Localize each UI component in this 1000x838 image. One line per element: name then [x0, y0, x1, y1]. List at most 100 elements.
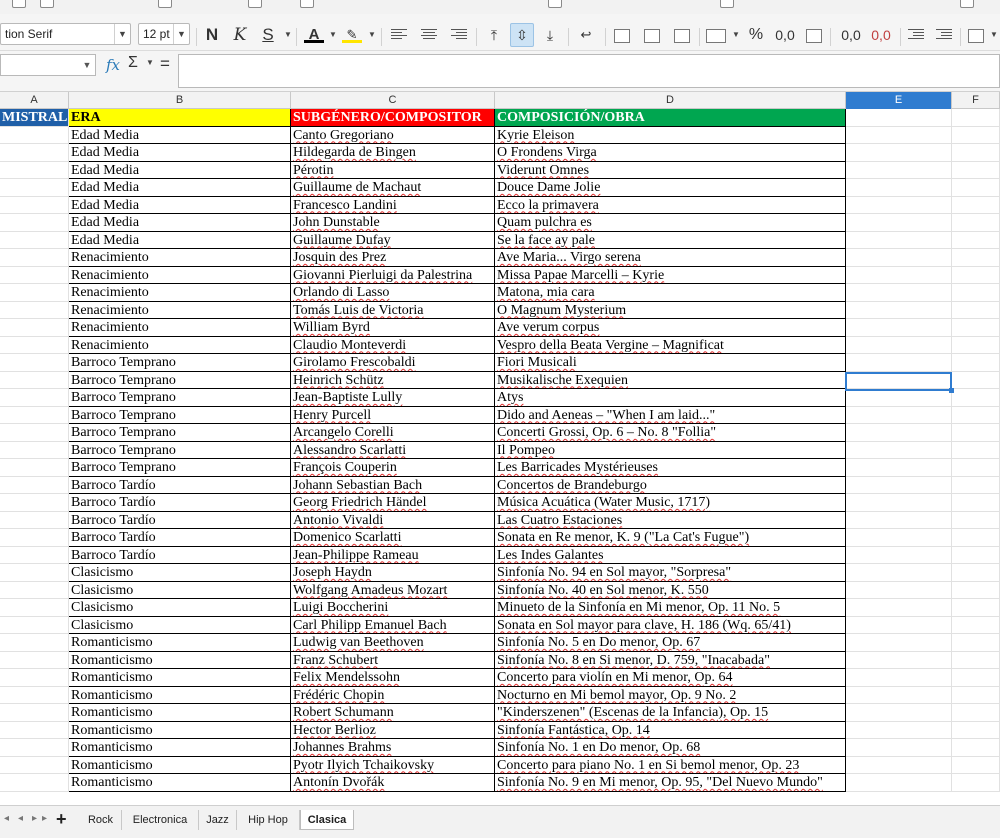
- cell-era[interactable]: Barroco Temprano: [69, 389, 291, 407]
- cell-era[interactable]: Barroco Tardío: [69, 546, 291, 564]
- cell-a[interactable]: [0, 669, 69, 687]
- cell-composer[interactable]: Franz Schubert: [291, 651, 495, 669]
- decrease-indent-icon[interactable]: [936, 29, 952, 41]
- cell-a[interactable]: [0, 721, 69, 739]
- empty-cell[interactable]: [952, 564, 1000, 582]
- cell-era[interactable]: Barroco Temprano: [69, 441, 291, 459]
- cell-era[interactable]: Barroco Temprano: [69, 424, 291, 442]
- chevron-down-icon[interactable]: ▼: [329, 25, 337, 45]
- empty-cell[interactable]: [952, 686, 1000, 704]
- empty-cell[interactable]: [952, 511, 1000, 529]
- cell-a[interactable]: [0, 634, 69, 652]
- cell-work[interactable]: Sinfonía No. 94 en Sol mayor, "Sorpresa": [495, 564, 846, 582]
- cell-composer[interactable]: Guillaume de Machaut: [291, 179, 495, 197]
- empty-cell[interactable]: [952, 336, 1000, 354]
- unmerge-cells-icon[interactable]: [674, 29, 690, 43]
- column-header-d[interactable]: D: [495, 92, 846, 109]
- cell-composer[interactable]: Georg Friedrich Händel: [291, 494, 495, 512]
- cell-work[interactable]: Nocturno en Mi bemol mayor, Op. 9 No. 2: [495, 686, 846, 704]
- cell-work[interactable]: Concerto para violín en Mi menor, Op. 64: [495, 669, 846, 687]
- empty-cell[interactable]: [846, 616, 952, 634]
- empty-cell[interactable]: [846, 371, 952, 389]
- cell-work[interactable]: Sinfonía No. 8 en Si menor, D. 759, "Ina…: [495, 651, 846, 669]
- empty-cell[interactable]: [846, 686, 952, 704]
- cell-work[interactable]: "Kinderszenen" (Escenas de la Infancia),…: [495, 704, 846, 722]
- cell-a[interactable]: [0, 494, 69, 512]
- cell-composer[interactable]: Ludwig van Beethoven: [291, 634, 495, 652]
- cell-work[interactable]: Quam pulchra es: [495, 214, 846, 232]
- cell-a[interactable]: [0, 511, 69, 529]
- chevron-down-icon[interactable]: ▼: [990, 25, 998, 45]
- cell-composer[interactable]: Domenico Scarlatti: [291, 529, 495, 547]
- cell-work[interactable]: Kyrie Eleison: [495, 126, 846, 144]
- paste-icon[interactable]: [248, 0, 262, 8]
- empty-cell[interactable]: [952, 459, 1000, 477]
- cell-work[interactable]: Douce Dame Jolie: [495, 179, 846, 197]
- empty-cell[interactable]: [952, 319, 1000, 337]
- empty-cell[interactable]: [952, 651, 1000, 669]
- empty-cell[interactable]: [952, 126, 1000, 144]
- empty-cell[interactable]: [952, 616, 1000, 634]
- cell-era[interactable]: Edad Media: [69, 161, 291, 179]
- cell-work[interactable]: Sinfonía No. 9 en Mi menor, Op. 95, "Del…: [495, 774, 846, 792]
- empty-cell[interactable]: [846, 179, 952, 197]
- empty-cell[interactable]: [846, 564, 952, 582]
- highlight-button[interactable]: ✎: [342, 25, 362, 43]
- empty-cell[interactable]: [846, 161, 952, 179]
- last-sheet-icon[interactable]: ▸: [42, 813, 47, 824]
- cell-a[interactable]: [0, 144, 69, 162]
- align-center-icon[interactable]: [421, 29, 437, 41]
- empty-cell[interactable]: [846, 389, 952, 407]
- formula-input[interactable]: [178, 54, 1000, 88]
- save-icon[interactable]: [40, 0, 54, 8]
- merge-center-icon[interactable]: [644, 29, 660, 43]
- cell-work[interactable]: O Magnum Mysterium: [495, 301, 846, 319]
- cell-composer[interactable]: Carl Philipp Emanuel Bach: [291, 616, 495, 634]
- cell-a[interactable]: [0, 476, 69, 494]
- empty-cell[interactable]: [846, 774, 952, 792]
- cell-composer[interactable]: Joseph Haydn: [291, 564, 495, 582]
- empty-cell[interactable]: [846, 511, 952, 529]
- column-header-b[interactable]: B: [69, 92, 291, 109]
- align-right-icon[interactable]: [451, 29, 467, 41]
- cell-a[interactable]: [0, 581, 69, 599]
- cell-a[interactable]: [0, 564, 69, 582]
- cell-work[interactable]: Atys: [495, 389, 846, 407]
- cell-composer[interactable]: Robert Schumann: [291, 704, 495, 722]
- column-header-c[interactable]: C: [291, 92, 495, 109]
- cell-work[interactable]: Vespro della Beata Vergine – Magnificat: [495, 336, 846, 354]
- cell-work[interactable]: Concerti Grossi, Op. 6 – No. 8 "Follia": [495, 424, 846, 442]
- page-icon[interactable]: [960, 0, 974, 8]
- insert-image-icon[interactable]: [720, 0, 734, 8]
- cell-composer[interactable]: Claudio Monteverdi: [291, 336, 495, 354]
- empty-cell[interactable]: [952, 196, 1000, 214]
- add-decimal-button[interactable]: 0,0: [838, 25, 864, 45]
- empty-cell[interactable]: [952, 739, 1000, 757]
- empty-cell[interactable]: [846, 721, 952, 739]
- column-header-e[interactable]: E: [846, 92, 952, 109]
- cell-a[interactable]: [0, 126, 69, 144]
- cell-a[interactable]: [0, 319, 69, 337]
- cell-a[interactable]: [0, 774, 69, 792]
- cell-composer[interactable]: John Dunstable: [291, 214, 495, 232]
- cell-work[interactable]: Musikalische Exequien: [495, 371, 846, 389]
- empty-cell[interactable]: [846, 651, 952, 669]
- cell-era[interactable]: Edad Media: [69, 179, 291, 197]
- empty-cell[interactable]: [952, 669, 1000, 687]
- cell-a[interactable]: [0, 266, 69, 284]
- cell-a[interactable]: [0, 739, 69, 757]
- empty-cell[interactable]: [846, 476, 952, 494]
- header-cell-composer[interactable]: SUBGÉNERO/COMPOSITOR: [291, 109, 495, 127]
- empty-cell[interactable]: [952, 756, 1000, 774]
- cell-a[interactable]: [0, 196, 69, 214]
- cell-work[interactable]: Sinfonía Fantástica, Op. 14: [495, 721, 846, 739]
- cell-a[interactable]: [0, 336, 69, 354]
- cell-composer[interactable]: Johann Sebastian Bach: [291, 476, 495, 494]
- empty-cell[interactable]: [952, 704, 1000, 722]
- empty-cell[interactable]: [952, 161, 1000, 179]
- empty-cell[interactable]: [846, 756, 952, 774]
- cell-composer[interactable]: Jean-Philippe Rameau: [291, 546, 495, 564]
- spreadsheet-grid[interactable]: MISTRAL ERA SUBGÉNERO/COMPOSITOR COMPOSI…: [0, 109, 1000, 795]
- empty-cell[interactable]: [952, 424, 1000, 442]
- header-cell-era[interactable]: ERA: [69, 109, 291, 127]
